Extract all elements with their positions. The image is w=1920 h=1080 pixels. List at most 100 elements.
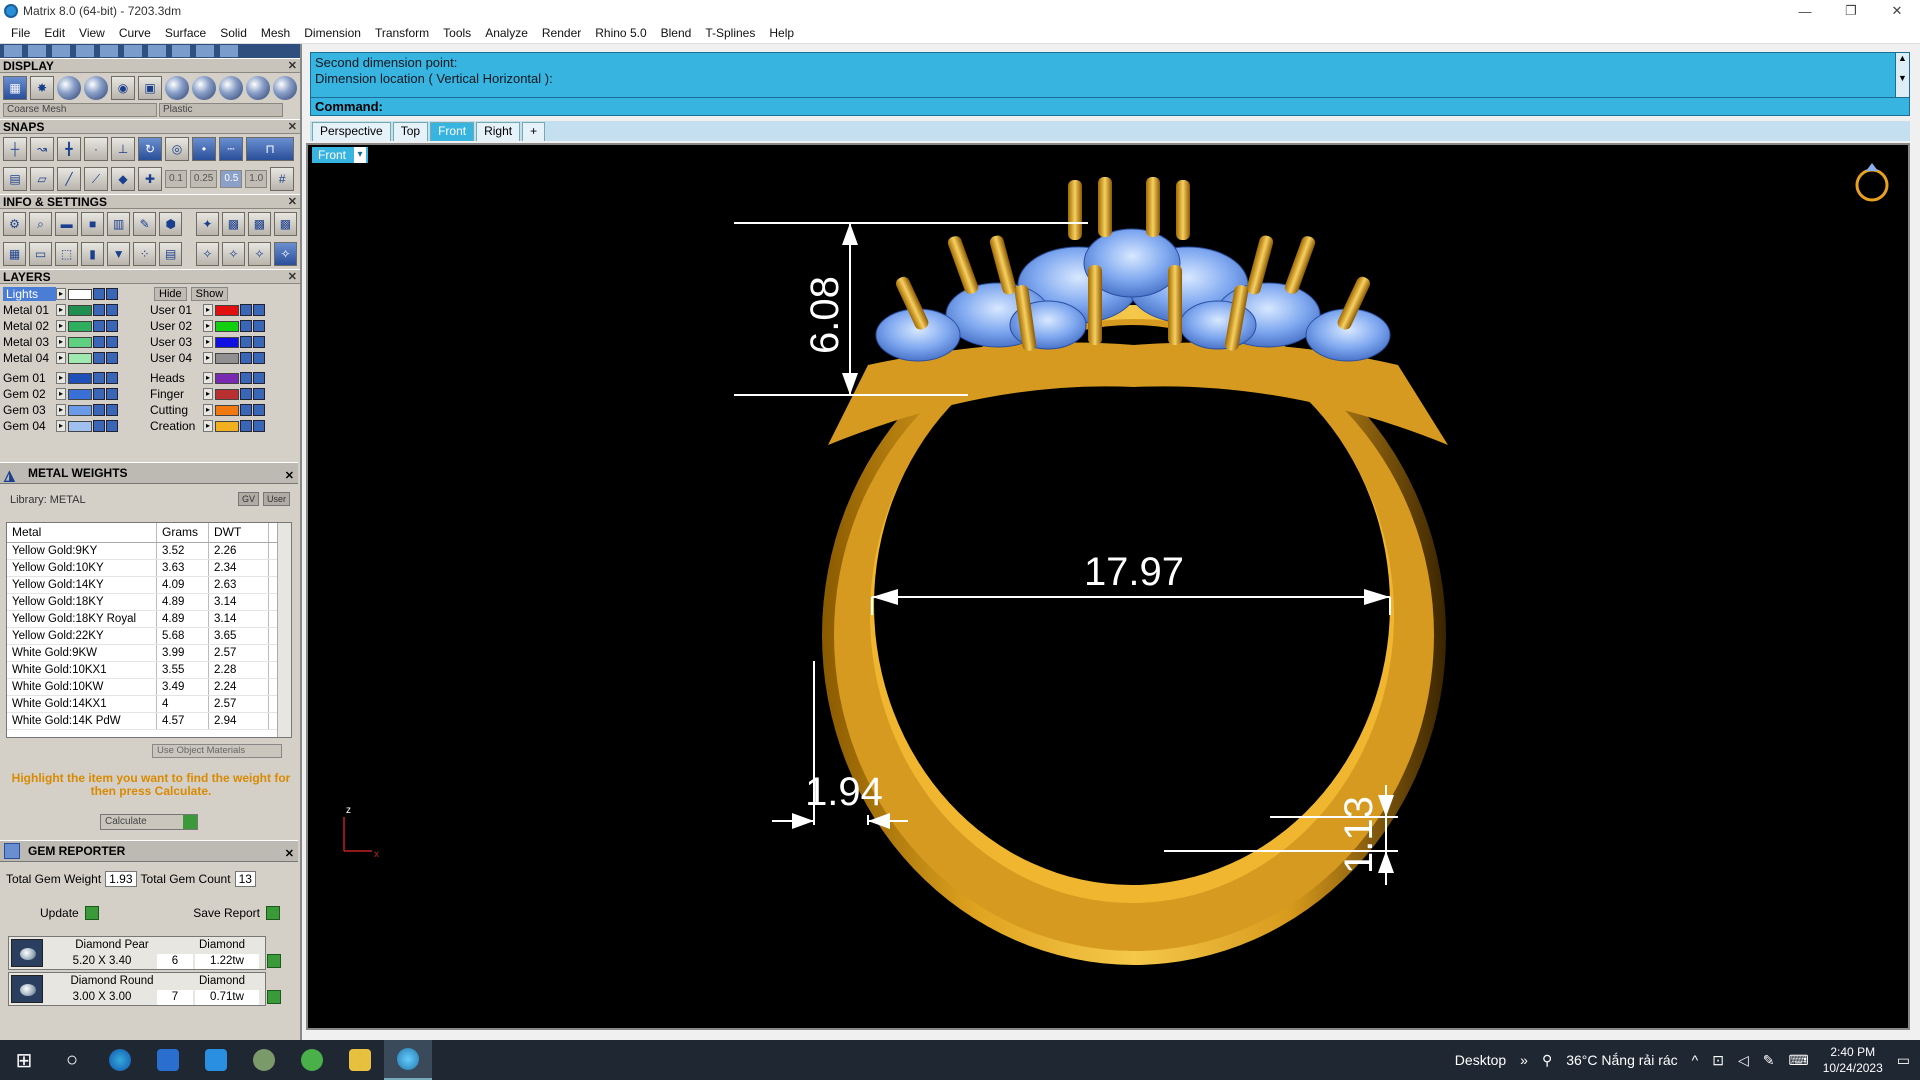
filter-icon[interactable]: ▼ [107, 242, 131, 266]
user-toggle[interactable]: User [262, 492, 290, 506]
tool-icon[interactable] [172, 45, 190, 57]
lock-toggle[interactable] [93, 304, 105, 316]
layer-color-swatch[interactable] [215, 420, 239, 432]
calculate-button[interactable]: Calculate [100, 814, 198, 830]
lock-toggle[interactable] [93, 288, 105, 300]
planar-icon[interactable]: ▱ [30, 167, 54, 191]
table-icon[interactable]: ▤ [159, 242, 183, 266]
search-icon[interactable]: ○ [48, 1040, 96, 1080]
lock-toggle[interactable] [93, 372, 105, 384]
menu-help[interactable]: Help [762, 22, 801, 44]
snap-value-10[interactable]: 1.0 [245, 170, 268, 188]
lock-toggle[interactable] [93, 336, 105, 348]
wireframe-icon[interactable]: ▦ [3, 76, 27, 100]
grid-icon[interactable]: ▦ [3, 242, 27, 266]
tab-perspective[interactable]: Perspective [312, 122, 391, 141]
layer-color-swatch[interactable] [215, 336, 239, 348]
menu-dimension[interactable]: Dimension [297, 22, 368, 44]
lock-toggle[interactable] [93, 320, 105, 332]
material-icon[interactable] [192, 76, 216, 100]
visibility-toggle[interactable] [253, 320, 265, 332]
mail-icon[interactable] [192, 1040, 240, 1080]
add-tab-button[interactable]: + [522, 122, 546, 141]
menu-curve[interactable]: Curve [112, 22, 158, 44]
pen-icon[interactable]: ✎ [1763, 1052, 1775, 1069]
column-header-grams[interactable]: Grams [157, 523, 209, 542]
close-icon[interactable]: ✕ [288, 120, 297, 134]
keyboard-icon[interactable]: ⌨ [1788, 1052, 1808, 1069]
arrow-icon[interactable]: ▸ [203, 320, 213, 332]
minimize-button[interactable]: — [1782, 0, 1828, 22]
table-row[interactable]: Yellow Gold:18KY Royal 4.89 3.14 [7, 611, 291, 628]
table-row[interactable]: Yellow Gold:9KY 3.52 2.26 [7, 543, 291, 560]
layer-name[interactable]: Metal 01 [3, 303, 56, 317]
lock-toggle[interactable] [240, 404, 252, 416]
restore-button[interactable]: ❐ [1828, 0, 1874, 22]
store-icon[interactable] [144, 1040, 192, 1080]
gear-icon[interactable]: ⚙ [3, 212, 27, 236]
menu-surface[interactable]: Surface [158, 22, 213, 44]
windows-start-icon[interactable]: ⊞ [0, 1040, 48, 1080]
grid-snap-icon[interactable]: ▤ [3, 167, 27, 191]
tool-icon[interactable]: ▩ [273, 212, 297, 236]
visibility-toggle[interactable] [106, 372, 118, 384]
close-icon[interactable]: ✕ [285, 844, 294, 864]
visibility-toggle[interactable] [106, 404, 118, 416]
visibility-toggle[interactable] [106, 352, 118, 364]
sphere-icon[interactable] [84, 76, 108, 100]
lock-toggle[interactable] [240, 304, 252, 316]
lock-toggle[interactable] [93, 420, 105, 432]
table-row[interactable]: White Gold:14KX1 4 2.57 [7, 696, 291, 713]
visibility-toggle[interactable] [253, 420, 265, 432]
layer-name[interactable]: Heads [150, 371, 203, 385]
visibility-toggle[interactable] [106, 320, 118, 332]
layer-name[interactable]: User 04 [150, 351, 203, 365]
tool-icon[interactable]: ▩ [221, 212, 245, 236]
menu-mesh[interactable]: Mesh [254, 22, 297, 44]
arrow-icon[interactable]: ▸ [56, 288, 66, 300]
menu-rhino[interactable]: Rhino 5.0 [588, 22, 653, 44]
tool-icon[interactable]: ▩ [247, 212, 271, 236]
app-icon[interactable] [240, 1040, 288, 1080]
lock-toggle[interactable] [240, 372, 252, 384]
save-report-button[interactable]: Save Report [193, 906, 280, 920]
front-viewport[interactable]: 6.08 17.97 1.94 1.13 z x Front ▾ [306, 143, 1910, 1030]
layer-color-swatch[interactable] [215, 304, 239, 316]
lock-toggle[interactable] [240, 352, 252, 364]
network-icon[interactable]: ⊡ [1712, 1052, 1724, 1069]
gem-row[interactable]: Diamond Round 3.00 X 3.00 Diamond 7 0.71… [8, 972, 281, 1006]
grid-icon[interactable]: # [270, 167, 295, 191]
layer-color-swatch[interactable] [215, 404, 239, 416]
desktop-label[interactable]: Desktop [1455, 1052, 1506, 1068]
layer-color-swatch[interactable] [215, 388, 239, 400]
menu-render[interactable]: Render [535, 22, 588, 44]
menu-transform[interactable]: Transform [368, 22, 436, 44]
sphere-icon[interactable] [57, 76, 81, 100]
gem-icon[interactable]: ⬢ [159, 212, 183, 236]
arrow-icon[interactable]: ▸ [56, 336, 66, 348]
command-scrollbar[interactable]: ▲ ▼ [1895, 53, 1909, 97]
matrix-app-icon[interactable] [384, 1040, 432, 1080]
snap-center-icon[interactable]: ◎ [165, 137, 189, 161]
layer-name[interactable]: Metal 03 [3, 335, 56, 349]
visibility-toggle[interactable] [253, 388, 265, 400]
print-icon[interactable]: ▥ [107, 212, 131, 236]
layer-name[interactable]: Gem 04 [3, 419, 56, 433]
tool-icon[interactable] [4, 45, 22, 57]
app-icon[interactable] [288, 1040, 336, 1080]
rect-icon[interactable]: ▭ [29, 242, 53, 266]
arrow-icon[interactable]: ▸ [56, 320, 66, 332]
close-icon[interactable]: ✕ [288, 270, 297, 284]
menu-analyze[interactable]: Analyze [478, 22, 535, 44]
column-header-dwt[interactable]: DWT [209, 523, 269, 542]
layer-name[interactable]: User 02 [150, 319, 203, 333]
arrow-icon[interactable]: ▸ [56, 372, 66, 384]
visibility-toggle[interactable] [253, 336, 265, 348]
material-select[interactable]: Plastic [159, 103, 283, 117]
lock-toggle[interactable] [240, 388, 252, 400]
tool-icon[interactable] [28, 45, 46, 57]
volume-icon[interactable]: ◁ [1738, 1052, 1749, 1069]
lights-label[interactable]: Lights [3, 287, 56, 301]
layer-color-swatch[interactable] [68, 304, 92, 316]
snap-active-icon[interactable]: ↻ [138, 137, 162, 161]
